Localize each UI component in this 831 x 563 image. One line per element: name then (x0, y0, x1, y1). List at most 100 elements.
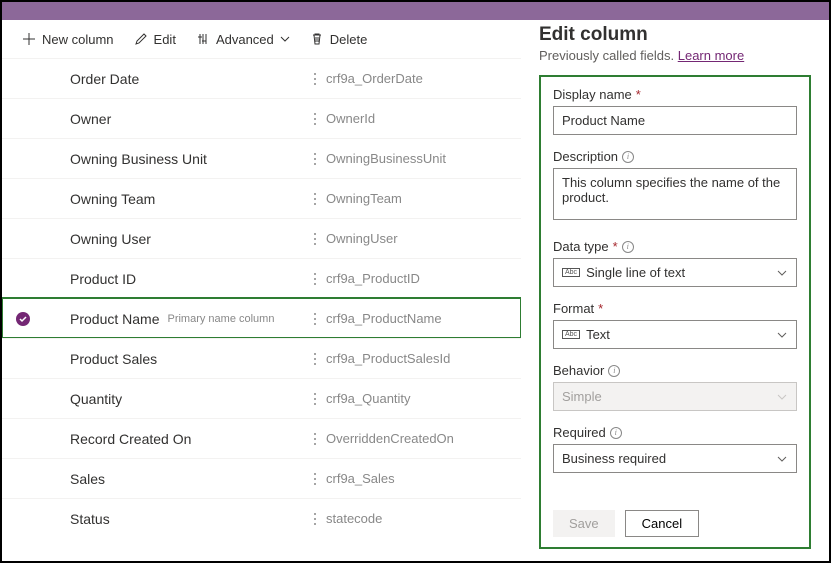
plus-icon (22, 32, 36, 46)
column-display-name: Quantity (34, 391, 304, 407)
description-label: Descriptioni (553, 149, 797, 164)
table-row[interactable]: Quantity crf9a_Quantity (2, 378, 521, 418)
column-display-name: Product Sales (34, 351, 304, 367)
chevron-down-icon (776, 391, 788, 403)
column-logical-name: OwningBusinessUnit (326, 151, 511, 166)
row-menu-button[interactable] (304, 512, 326, 526)
format-select[interactable]: Abc Text (553, 320, 797, 349)
data-type-field: Data type*i Abc Single line of text (553, 239, 797, 287)
new-column-label: New column (42, 32, 114, 47)
row-menu-button[interactable] (304, 352, 326, 366)
display-name-field: Display name* (553, 87, 797, 135)
column-display-name: Product ID (34, 271, 304, 287)
column-logical-name: OwnerId (326, 111, 511, 126)
app-banner (2, 2, 829, 20)
info-icon[interactable]: i (622, 241, 634, 253)
chevron-down-icon (776, 267, 788, 279)
column-logical-name: crf9a_Sales (326, 471, 511, 486)
column-logical-name: crf9a_Quantity (326, 391, 511, 406)
form-buttons: Save Cancel (553, 510, 797, 537)
column-display-name: Sales (34, 471, 304, 487)
new-column-button[interactable]: New column (14, 26, 122, 53)
edit-button[interactable]: Edit (126, 26, 184, 53)
column-logical-name: statecode (326, 511, 511, 526)
row-menu-button[interactable] (304, 192, 326, 206)
table-row[interactable]: Product Name Primary name column crf9a_Pr… (2, 298, 521, 338)
required-select[interactable]: Business required (553, 444, 797, 473)
table-row[interactable]: Product ID crf9a_ProductID (2, 258, 521, 298)
table-row[interactable]: Owning User OwningUser (2, 218, 521, 258)
column-logical-name: crf9a_OrderDate (326, 71, 511, 86)
advanced-icon (196, 32, 210, 46)
column-display-name: Owning Team (34, 191, 304, 207)
cancel-button[interactable]: Cancel (625, 510, 699, 537)
column-display-name: Owning User (34, 231, 304, 247)
info-icon[interactable]: i (622, 151, 634, 163)
row-menu-button[interactable] (304, 112, 326, 126)
data-type-label: Data type*i (553, 239, 797, 254)
description-input[interactable] (553, 168, 797, 220)
columns-list-pane: New column Edit Advanced Delete Order Da… (2, 20, 521, 561)
table-row[interactable]: Record Created On OverriddenCreatedOn (2, 418, 521, 458)
column-display-name: Status (34, 511, 304, 527)
column-display-name: Order Date (34, 71, 304, 87)
row-menu-button[interactable] (304, 272, 326, 286)
row-menu-button[interactable] (304, 72, 326, 86)
info-icon[interactable]: i (610, 427, 622, 439)
table-row[interactable]: Product Salescrf9a_ProductSalesId (2, 338, 521, 378)
primary-badge: Primary name column (167, 313, 274, 325)
save-button[interactable]: Save (553, 510, 615, 537)
table-row[interactable]: Owning Team OwningTeam (2, 178, 521, 218)
table-row[interactable]: Order Date crf9a_OrderDate (2, 58, 521, 98)
row-menu-button[interactable] (304, 312, 326, 326)
chevron-down-icon (776, 453, 788, 465)
row-check[interactable] (12, 311, 34, 327)
description-field: Descriptioni (553, 149, 797, 225)
delete-button[interactable]: Delete (302, 26, 376, 53)
column-display-name: Product Name Primary name column (34, 311, 304, 327)
required-field: Requiredi Business required (553, 425, 797, 473)
row-menu-button[interactable] (304, 472, 326, 486)
edit-label: Edit (154, 32, 176, 47)
format-field: Format* Abc Text (553, 301, 797, 349)
edit-form: Display name* Descriptioni Data type*i A… (539, 75, 811, 549)
row-menu-button[interactable] (304, 152, 326, 166)
column-logical-name: OwningTeam (326, 191, 511, 206)
edit-icon (134, 32, 148, 46)
delete-label: Delete (330, 32, 368, 47)
column-logical-name: crf9a_ProductID (326, 271, 511, 286)
row-menu-button[interactable] (304, 432, 326, 446)
chevron-down-icon (776, 329, 788, 341)
column-logical-name: OverriddenCreatedOn (326, 431, 511, 446)
column-display-name: Record Created On (34, 431, 304, 447)
display-name-input[interactable] (553, 106, 797, 135)
text-type-icon: Abc (562, 268, 580, 277)
row-menu-button[interactable] (304, 232, 326, 246)
delete-icon (310, 32, 324, 46)
format-label: Format* (553, 301, 797, 316)
panel-subtitle: Previously called fields. Learn more (539, 48, 811, 63)
info-icon[interactable]: i (608, 365, 620, 377)
table-row[interactable]: Owning Business UnitOwningBusinessUnit (2, 138, 521, 178)
behavior-select: Simple (553, 382, 797, 411)
column-logical-name: OwningUser (326, 231, 511, 246)
table-row[interactable]: Owner OwnerId (2, 98, 521, 138)
behavior-label: Behaviori (553, 363, 797, 378)
table-row[interactable]: Status statecode (2, 498, 521, 538)
display-name-label: Display name* (553, 87, 797, 102)
behavior-field: Behaviori Simple (553, 363, 797, 411)
required-label: Requiredi (553, 425, 797, 440)
table-row[interactable]: Sales crf9a_Sales (2, 458, 521, 498)
data-type-select[interactable]: Abc Single line of text (553, 258, 797, 287)
column-display-name: Owner (34, 111, 304, 127)
panel-title: Edit column (539, 24, 811, 46)
row-menu-button[interactable] (304, 392, 326, 406)
text-type-icon: Abc (562, 330, 580, 339)
advanced-button[interactable]: Advanced (188, 26, 298, 53)
toolbar: New column Edit Advanced Delete (2, 20, 521, 58)
edit-column-panel: Edit column Previously called fields. Le… (521, 20, 829, 561)
column-logical-name: crf9a_ProductName (326, 311, 511, 326)
advanced-label: Advanced (216, 32, 274, 47)
column-rows: Order Datecrf9a_OrderDateOwnerOwnerIdOwn… (2, 58, 521, 561)
learn-more-link[interactable]: Learn more (678, 48, 744, 63)
